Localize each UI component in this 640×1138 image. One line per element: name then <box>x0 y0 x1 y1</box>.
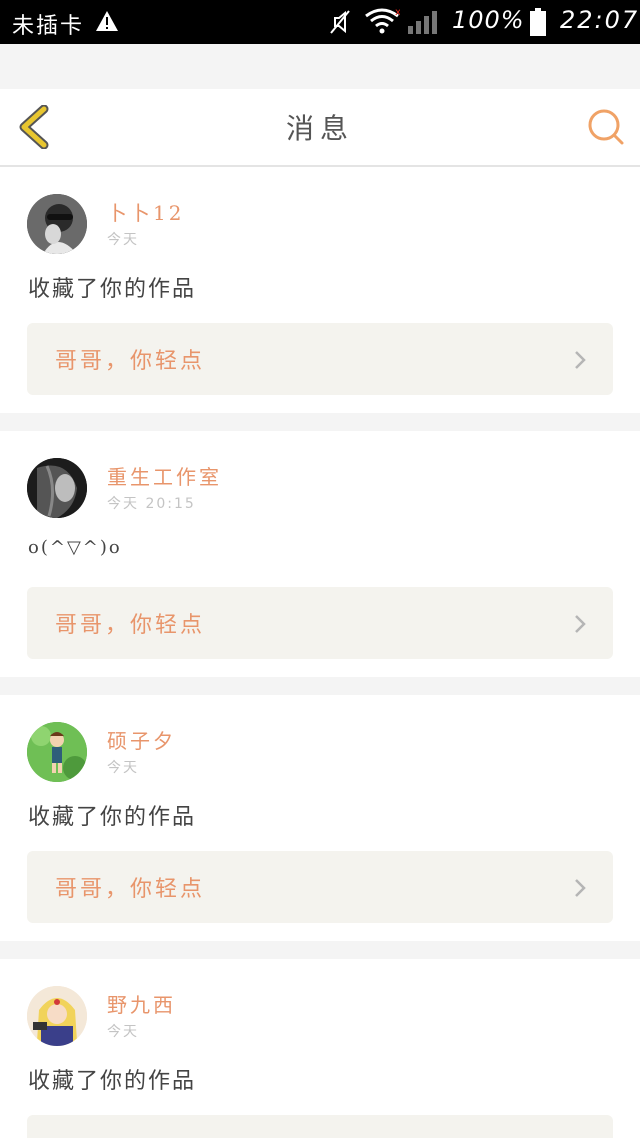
message-text: 收藏了你的作品 <box>28 805 197 830</box>
username[interactable]: 野九西 <box>107 989 176 1018</box>
page-title: 消息 <box>285 112 354 145</box>
work-link[interactable]: 哥哥，你轻点 <box>27 323 613 395</box>
message-text: 收藏了你的作品 <box>28 1069 197 1094</box>
warning-icon <box>96 11 118 31</box>
chevron-right-icon <box>575 615 586 633</box>
timestamp: 今天 <box>107 1024 139 1040</box>
search-icon[interactable] <box>586 107 626 147</box>
carrier-label: 未插卡 <box>12 14 85 39</box>
svg-text:x: x <box>395 7 400 18</box>
username[interactable]: 重生工作室 <box>107 461 222 490</box>
navigation-bar: 消息 <box>0 89 640 167</box>
avatar[interactable] <box>27 458 87 518</box>
timestamp: 今天 <box>107 232 139 248</box>
work-title: 哥哥，你轻点 <box>55 349 206 374</box>
wifi-icon: x <box>365 7 400 34</box>
message-card: 硕子夕 今天 收藏了你的作品 哥哥，你轻点 <box>0 695 640 941</box>
signal-icon <box>408 11 437 34</box>
message-text: o(^▽^)o <box>28 537 122 558</box>
work-link[interactable]: 哥哥，你轻点 <box>27 587 613 659</box>
message-text: 收藏了你的作品 <box>28 277 197 302</box>
avatar[interactable] <box>27 722 87 782</box>
work-link[interactable]: 哥哥，你轻点 <box>27 851 613 923</box>
work-link[interactable] <box>27 1115 613 1138</box>
chevron-right-icon <box>575 351 586 369</box>
mute-icon <box>330 10 350 34</box>
chevron-right-icon <box>575 879 586 897</box>
timestamp: 今天 20:15 <box>107 496 196 512</box>
message-card: 野九西 今天 收藏了你的作品 <box>0 959 640 1138</box>
work-title: 哥哥，你轻点 <box>55 877 206 902</box>
timestamp: 今天 <box>107 760 139 776</box>
avatar[interactable] <box>27 194 87 254</box>
battery-icon <box>530 8 546 36</box>
avatar[interactable] <box>27 986 87 1046</box>
message-card: 重生工作室 今天 20:15 o(^▽^)o 哥哥，你轻点 <box>0 431 640 677</box>
work-title: 哥哥，你轻点 <box>55 613 206 638</box>
username[interactable]: 硕子夕 <box>107 725 176 754</box>
top-spacer <box>0 44 640 89</box>
username[interactable]: 卜卜12 <box>107 197 184 226</box>
message-card: 卜卜12 今天 收藏了你的作品 哥哥，你轻点 <box>0 167 640 413</box>
battery-percent: 100% <box>452 6 525 34</box>
status-bar: 未插卡 x 100% 22:07 <box>0 0 640 44</box>
clock: 22:07 <box>560 6 640 34</box>
